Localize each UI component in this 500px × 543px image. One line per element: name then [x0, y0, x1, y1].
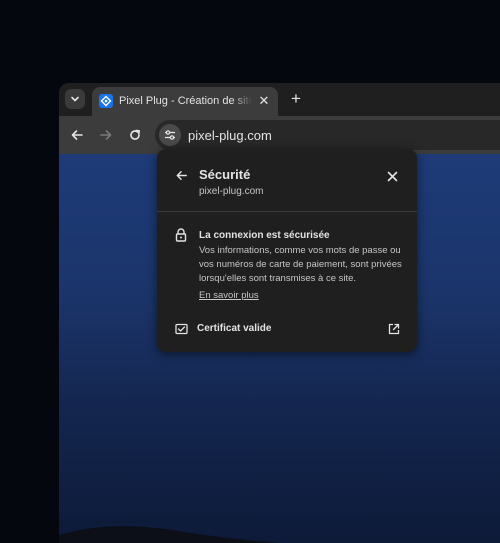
pixel-plug-favicon-icon: [99, 94, 113, 108]
reload-button[interactable]: [126, 126, 144, 144]
certificate-row[interactable]: Certificat valide: [157, 315, 417, 345]
tab-title: Pixel Plug - Création de sites web: [119, 95, 252, 107]
tab-search-button[interactable]: [65, 89, 85, 109]
popup-title: Sécurité: [199, 167, 251, 182]
certificate-icon: [175, 323, 188, 335]
learn-more-link[interactable]: En savoir plus: [199, 290, 259, 301]
tab-close-button[interactable]: ✕: [258, 94, 270, 107]
popup-close-button[interactable]: [385, 169, 399, 183]
connection-description: Vos informations, comme vos mots de pass…: [199, 245, 402, 284]
popup-divider: [157, 211, 417, 212]
background-hill: [59, 526, 279, 543]
lock-icon: [175, 228, 187, 242]
open-external-icon: [388, 323, 400, 335]
tune-icon: [165, 130, 175, 140]
forward-button[interactable]: [97, 126, 115, 144]
chevron-down-icon: [71, 96, 79, 102]
popup-back-button[interactable]: [174, 168, 188, 182]
tab-strip: Pixel Plug - Création de sites web ✕ +: [59, 83, 500, 116]
popup-domain: pixel-plug.com: [199, 186, 264, 197]
arrow-left-icon: [176, 170, 187, 180]
close-icon: [387, 171, 397, 181]
url-text[interactable]: pixel-plug.com: [188, 128, 272, 143]
reload-icon: [130, 129, 140, 140]
security-popup: Sécurité pixel-plug.com La connexion est…: [157, 149, 417, 352]
certificate-label: Certificat valide: [197, 323, 272, 334]
new-tab-button[interactable]: +: [288, 90, 304, 107]
back-button[interactable]: [68, 126, 86, 144]
site-info-button[interactable]: [159, 124, 181, 146]
arrow-left-icon: [71, 130, 83, 140]
tab-active[interactable]: Pixel Plug - Création de sites web ✕: [92, 87, 278, 116]
arrow-right-icon: [100, 130, 112, 140]
address-bar[interactable]: pixel-plug.com: [155, 120, 500, 150]
connection-status-title: La connexion est sécurisée: [199, 230, 330, 241]
